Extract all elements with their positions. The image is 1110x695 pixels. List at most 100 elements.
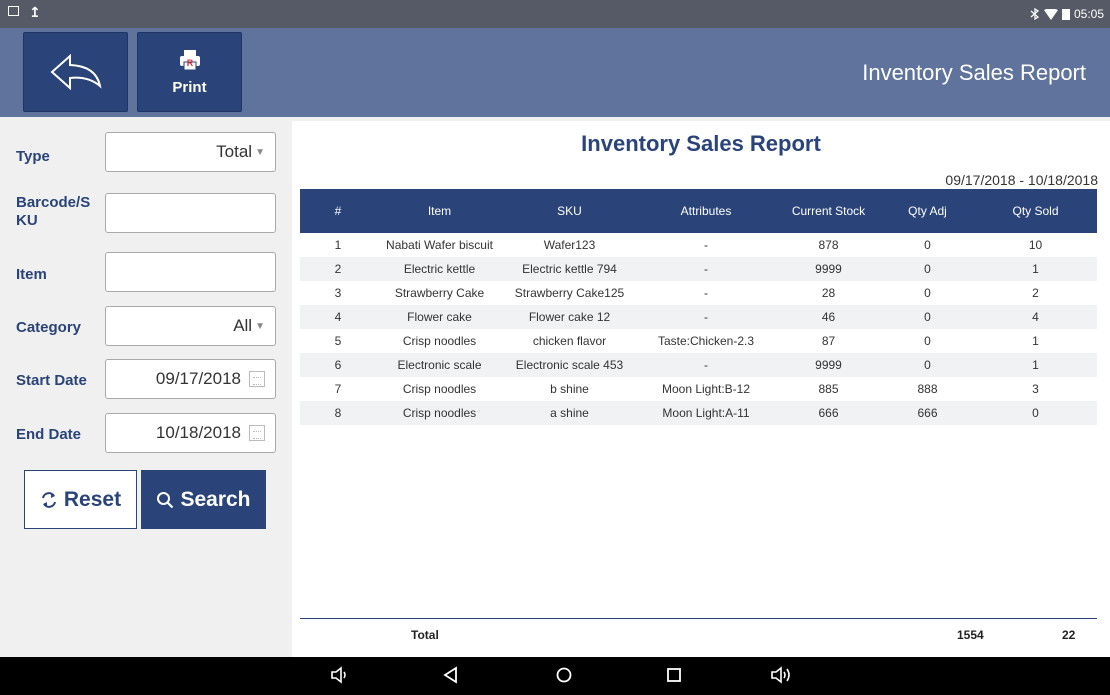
column-header[interactable]: SKU bbox=[503, 189, 636, 233]
printer-icon: R bbox=[179, 49, 200, 70]
table-cell: 3 bbox=[300, 281, 376, 305]
bluetooth-icon bbox=[1030, 8, 1040, 20]
column-header[interactable]: Item bbox=[376, 189, 503, 233]
search-button[interactable]: Search bbox=[141, 470, 266, 529]
table-cell: - bbox=[636, 257, 776, 281]
table-cell: 28 bbox=[776, 281, 881, 305]
table-cell: 2 bbox=[300, 257, 376, 281]
column-header[interactable]: Current Stock bbox=[776, 189, 881, 233]
table-cell: 4 bbox=[300, 305, 376, 329]
start-date-label: Start Date bbox=[16, 372, 87, 389]
table-cell: - bbox=[636, 233, 776, 257]
category-value: All bbox=[233, 316, 253, 335]
table-header-row: # Item SKU Attributes Current Stock Qty … bbox=[300, 189, 1097, 233]
column-header[interactable]: Qty Sold bbox=[974, 189, 1097, 233]
table-cell: 10 bbox=[974, 233, 1097, 257]
table-cell: 6 bbox=[300, 353, 376, 377]
table-cell: 1 bbox=[300, 233, 376, 257]
table-cell: 1 bbox=[974, 353, 1097, 377]
back-button[interactable] bbox=[23, 32, 128, 112]
table-row[interactable]: 7 Crisp noodles b shine Moon Light:B-12 885 8… bbox=[300, 377, 1097, 401]
table-row[interactable]: 8 Crisp noodles a shine Moon Light:A-11 666 6… bbox=[300, 401, 1097, 425]
end-date-input[interactable]: 10/18/2018 bbox=[105, 413, 276, 453]
reset-label: Reset bbox=[63, 487, 122, 511]
category-select[interactable]: All ▼ bbox=[105, 306, 276, 346]
column-header[interactable]: Attributes bbox=[636, 189, 776, 233]
table-cell: 0 bbox=[881, 233, 974, 257]
start-date-input[interactable]: 09/17/2018 bbox=[105, 359, 276, 399]
header-title: Inventory Sales Report bbox=[862, 60, 1086, 85]
table-cell: - bbox=[636, 353, 776, 377]
back-arrow-icon bbox=[49, 53, 102, 91]
date-range: 09/17/2018 - 10/18/2018 bbox=[945, 172, 1098, 188]
svg-text:R: R bbox=[186, 58, 193, 68]
table-row[interactable]: 5 Crisp noodles chicken flavor Taste:Chicke… bbox=[300, 329, 1097, 353]
type-label: Type bbox=[16, 148, 50, 165]
home-nav-icon[interactable] bbox=[554, 665, 574, 685]
table-cell: 878 bbox=[776, 233, 881, 257]
end-date-value: 10/18/2018 bbox=[155, 423, 241, 442]
filter-panel: Type Total ▼ Barcode/S KU Item Category … bbox=[0, 117, 287, 657]
calendar-icon[interactable] bbox=[249, 425, 265, 441]
volume-down-icon[interactable] bbox=[330, 665, 350, 685]
print-label: Print bbox=[172, 78, 207, 96]
table-row[interactable]: 4 Flower cake Flower cake 12-46 0 4 bbox=[300, 305, 1097, 329]
table-cell: 885 bbox=[776, 377, 881, 401]
barcode-input[interactable] bbox=[105, 193, 276, 233]
print-button[interactable]: R Print bbox=[137, 32, 242, 112]
table-cell: 1 bbox=[974, 257, 1097, 281]
table-cell: chicken flavor bbox=[503, 329, 636, 353]
column-header[interactable]: # bbox=[300, 189, 376, 233]
barcode-label: Barcode/S KU bbox=[16, 194, 91, 229]
table-cell: a shine bbox=[503, 401, 636, 425]
table-cell: 87 bbox=[776, 329, 881, 353]
table-cell: 0 bbox=[881, 305, 974, 329]
table-cell: 8 bbox=[300, 401, 376, 425]
table-cell: Flower cake 12 bbox=[503, 305, 636, 329]
battery-icon bbox=[1061, 9, 1070, 20]
table-cell: 0 bbox=[881, 281, 974, 305]
table-cell: 9999 bbox=[776, 257, 881, 281]
table-cell: 1 bbox=[974, 329, 1097, 353]
type-value: Total bbox=[216, 142, 253, 161]
table-cell: Flower cake bbox=[376, 305, 503, 329]
table-cell: Taste:Chicken-2.3 bbox=[636, 329, 776, 353]
calendar-icon[interactable] bbox=[249, 371, 265, 387]
table-cell: 9999 bbox=[776, 353, 881, 377]
totals-row: Total 1554 22 bbox=[300, 618, 1097, 648]
table-cell: b shine bbox=[503, 377, 636, 401]
back-nav-icon[interactable] bbox=[442, 665, 460, 685]
report-panel: Inventory Sales Report 09/17/2018 - 10/1… bbox=[292, 121, 1110, 657]
table-cell: Nabati Wafer biscuit bbox=[376, 233, 503, 257]
table-cell: - bbox=[636, 305, 776, 329]
table-row[interactable]: 6 Electronic scale Electronic scale 453-99… bbox=[300, 353, 1097, 377]
item-input[interactable] bbox=[105, 252, 276, 292]
table-cell: Electronic scale bbox=[376, 353, 503, 377]
system-nav-bar bbox=[0, 657, 1110, 695]
status-time: 05:05 bbox=[1073, 7, 1104, 21]
reset-button[interactable]: Reset bbox=[24, 470, 137, 529]
refresh-icon bbox=[41, 491, 56, 508]
upload-icon: ↥ bbox=[29, 4, 41, 20]
table-cell: 46 bbox=[776, 305, 881, 329]
recents-nav-icon[interactable] bbox=[664, 665, 684, 685]
table-cell: 666 bbox=[776, 401, 881, 425]
table-row[interactable]: 1 Nabati Wafer biscuit Wafer123-878 0 10 bbox=[300, 233, 1097, 257]
type-select[interactable]: Total ▼ bbox=[105, 132, 276, 172]
dropdown-caret-icon: ▼ bbox=[255, 320, 265, 332]
report-table: # Item SKU Attributes Current Stock Qty … bbox=[300, 189, 1097, 425]
column-header[interactable]: Qty Adj bbox=[881, 189, 974, 233]
dropdown-caret-icon: ▼ bbox=[255, 146, 265, 158]
volume-up-icon[interactable] bbox=[770, 665, 794, 685]
total-qty-sold: 22 bbox=[1062, 628, 1076, 642]
table-cell: 7 bbox=[300, 377, 376, 401]
table-cell: 2 bbox=[974, 281, 1097, 305]
table-cell: 0 bbox=[881, 257, 974, 281]
table-cell: 0 bbox=[974, 401, 1097, 425]
table-row[interactable]: 3 Strawberry Cake Strawberry Cake125-28 0 2 bbox=[300, 281, 1097, 305]
table-cell: - bbox=[636, 281, 776, 305]
status-bar: ↥ 05:05 bbox=[0, 0, 1110, 28]
table-row[interactable]: 2 Electric kettle Electric kettle 794-9999… bbox=[300, 257, 1097, 281]
category-label: Category bbox=[16, 319, 82, 336]
item-label: Item bbox=[16, 266, 47, 283]
